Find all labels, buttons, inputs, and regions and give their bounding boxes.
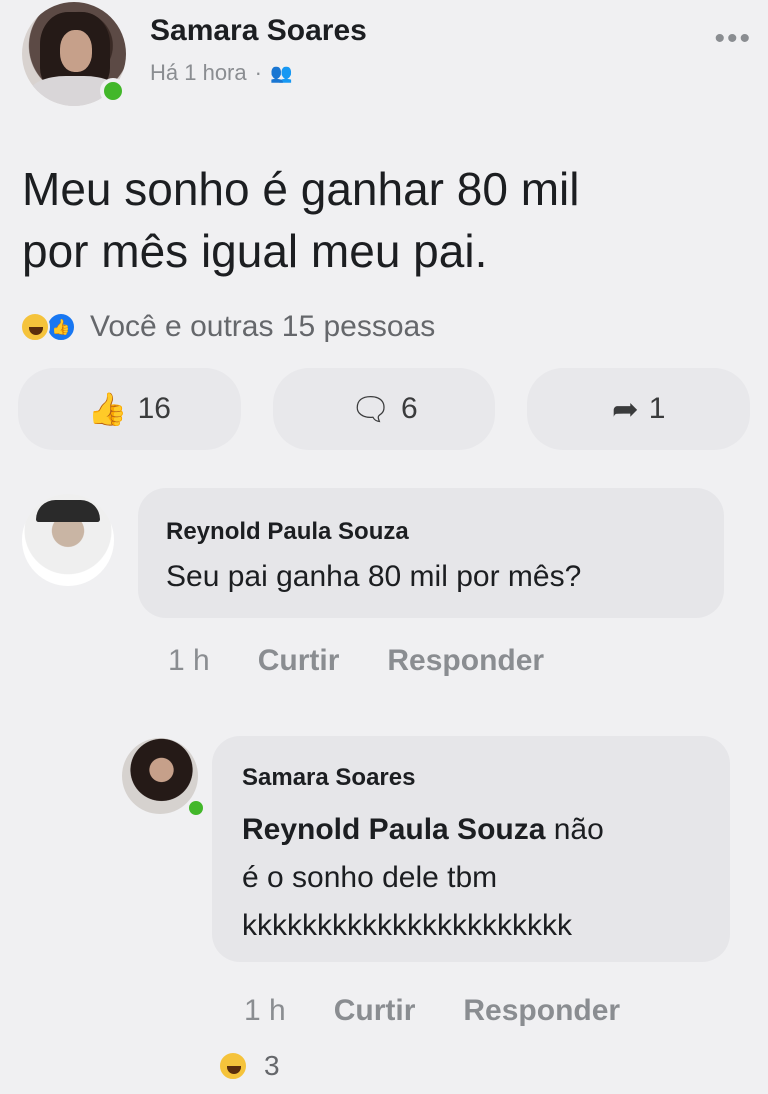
comment-bubble: Reynold Paula Souza Seu pai ganha 80 mil… [138, 488, 724, 618]
haha-reaction-icon [20, 312, 50, 342]
reply-author[interactable]: Samara Soares [242, 764, 415, 792]
comment-text: Seu pai ganha 80 mil por mês? [166, 560, 582, 593]
more-options-icon[interactable]: ••• [714, 22, 752, 56]
reply-text: Reynold Paula Souza não é o sonho dele t… [242, 806, 712, 950]
comment-like-button[interactable]: Curtir [258, 644, 340, 678]
share-icon: ➦ [611, 391, 639, 427]
online-status-dot [100, 78, 126, 104]
action-bar: 👍 16 🗨 6 ➦ 1 [18, 368, 751, 450]
reply-actions: 1 h Curtir Responder [244, 994, 620, 1028]
comment-icon: 🗨 [350, 391, 391, 427]
comment-reply-button[interactable]: Responder [387, 644, 544, 678]
comment-time[interactable]: 1 h [168, 644, 210, 678]
reactions-summary[interactable]: 👍 Você e outras 15 pessoas [20, 310, 435, 344]
share-button[interactable]: ➦ 1 [527, 368, 751, 450]
comment-author[interactable]: Reynold Paula Souza [166, 518, 409, 546]
reply-bubble: Samara Soares Reynold Paula Souza não é … [212, 736, 730, 962]
commenter-avatar[interactable] [22, 494, 114, 586]
author-avatar[interactable] [22, 2, 130, 110]
reply-text-part-1: não [553, 813, 604, 846]
post-meta: Há 1 hora · 👥 [150, 60, 292, 86]
post-text-line-2: por mês igual meu pai. [22, 225, 488, 277]
haha-reaction-icon [218, 1051, 248, 1081]
reply-reactions[interactable]: 3 [218, 1050, 280, 1082]
friends-icon: 👥 [269, 62, 293, 83]
reply-text-line-3: kkkkkkkkkkkkkkkkkkkkkk [242, 909, 572, 942]
post-text: Meu sonho é ganhar 80 mil por mês igual … [22, 158, 742, 282]
online-status-dot [186, 798, 206, 818]
post-text-line-1: Meu sonho é ganhar 80 mil [22, 163, 580, 215]
comment-actions: 1 h Curtir Responder [168, 644, 544, 678]
reply-reaction-count: 3 [264, 1050, 280, 1081]
reply-text-line-2: é o sonho dele tbm [242, 861, 498, 894]
reactions-text: Você e outras 15 pessoas [90, 310, 436, 343]
thumbs-up-icon: 👍 [87, 391, 128, 427]
reply-reply-button[interactable]: Responder [463, 994, 620, 1028]
reply-mention[interactable]: Reynold Paula Souza [242, 813, 545, 846]
post-header: Samara Soares Há 1 hora · 👥 ••• [22, 2, 752, 112]
like-button[interactable]: 👍 16 [18, 368, 241, 450]
reply-like-button[interactable]: Curtir [334, 994, 416, 1028]
like-reaction-icon: 👍 [46, 312, 76, 342]
comment-button[interactable]: 🗨 6 [272, 368, 496, 450]
like-count: 16 [137, 392, 171, 425]
share-count: 1 [648, 392, 666, 425]
author-name[interactable]: Samara Soares [150, 14, 367, 48]
reply-time[interactable]: 1 h [244, 994, 286, 1028]
comment-count: 6 [400, 392, 418, 425]
post-time[interactable]: Há 1 hora [150, 60, 247, 86]
separator-dot: · [254, 60, 262, 85]
